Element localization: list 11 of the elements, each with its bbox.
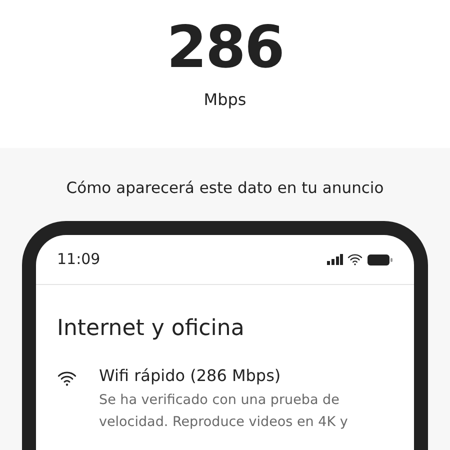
status-time: 11:09 bbox=[57, 249, 100, 270]
battery-icon bbox=[367, 254, 393, 266]
wifi-status-icon bbox=[347, 253, 363, 266]
speed-unit: Mbps bbox=[204, 89, 246, 111]
wifi-icon bbox=[57, 370, 77, 387]
section-title: Internet y oficina bbox=[56, 315, 246, 343]
preview-caption: Cómo aparecerá este dato en tu anuncio bbox=[66, 178, 384, 198]
amenity-name: Wifi rápido (286 Mbps) bbox=[99, 365, 282, 387]
signal-icon bbox=[327, 254, 343, 265]
speed-value: 286 bbox=[166, 12, 284, 82]
amenity-description: Se ha verificado con una prueba de velocidad. Reproduce videos en 4K y bbox=[99, 391, 349, 432]
